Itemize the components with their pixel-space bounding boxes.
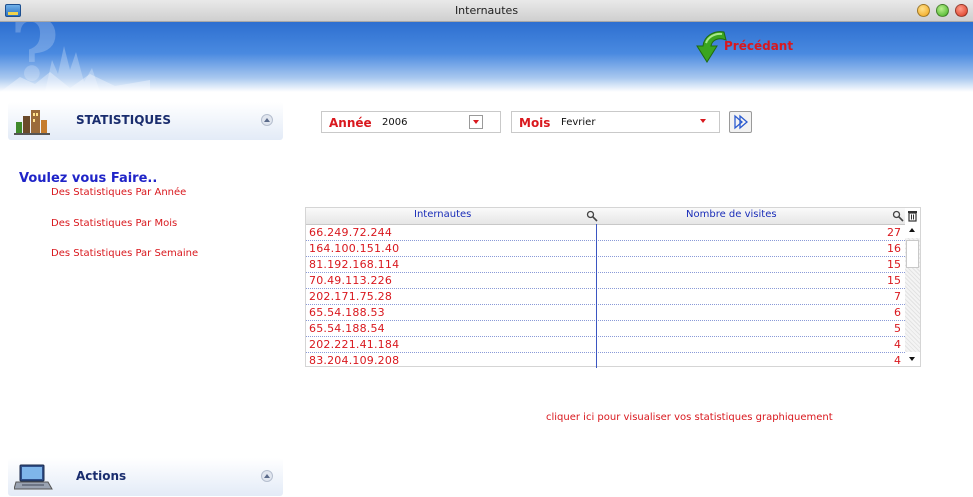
stats-panel-title: STATISTIQUES: [76, 113, 171, 127]
header-banner: ? Précédant: [0, 22, 973, 92]
table-row[interactable]: 202.221.41.184 4: [306, 337, 905, 353]
graph-stats-link[interactable]: cliquer ici pour visualiser vos statisti…: [546, 412, 833, 423]
previous-label: Précédant: [724, 39, 794, 53]
table-row[interactable]: 65.54.188.54 5: [306, 321, 905, 337]
table-row[interactable]: 202.171.75.28 7: [306, 289, 905, 305]
cell-visits: 7: [894, 290, 901, 303]
year-select[interactable]: 2006: [382, 117, 407, 128]
column-search-icon[interactable]: [892, 210, 904, 222]
cell-ip: 164.100.151.40: [309, 242, 400, 255]
statistics-buildings-icon: [14, 110, 50, 135]
column-search-icon[interactable]: [586, 210, 598, 222]
month-filter[interactable]: Mois Fevrier: [511, 111, 720, 133]
cell-ip: 81.192.168.114: [309, 258, 400, 271]
cell-ip: 83.204.109.208: [309, 354, 400, 367]
table-row[interactable]: 66.249.72.244 27: [306, 225, 905, 241]
sidebar: STATISTIQUES Voulez vous Faire.. Des Sta…: [0, 92, 300, 497]
cell-visits: 4: [894, 354, 901, 367]
stats-panel-header[interactable]: STATISTIQUES: [8, 102, 283, 140]
minimize-button[interactable]: [917, 4, 930, 17]
cell-visits: 16: [887, 242, 901, 255]
cell-visits: 4: [894, 338, 901, 351]
table-scrollbar[interactable]: [905, 224, 920, 366]
table-row[interactable]: 70.49.113.226 15: [306, 273, 905, 289]
table-row[interactable]: 65.54.188.53 6: [306, 305, 905, 321]
month-label: Mois: [519, 116, 551, 130]
column-header-visits[interactable]: Nombre de visites: [686, 209, 777, 220]
cell-ip: 65.54.188.54: [309, 322, 385, 335]
table-row[interactable]: 83.204.109.208 4: [306, 353, 905, 369]
table-row[interactable]: 164.100.151.40 16: [306, 241, 905, 257]
close-button[interactable]: [955, 4, 968, 17]
cell-visits: 6: [894, 306, 901, 319]
year-dropdown-arrow-icon[interactable]: [469, 115, 483, 129]
cell-visits: 15: [887, 274, 901, 287]
go-button[interactable]: [729, 111, 752, 133]
cell-visits: 15: [887, 258, 901, 271]
cell-ip: 202.221.41.184: [309, 338, 400, 351]
actions-panel-header[interactable]: Actions: [8, 458, 283, 496]
banner-decoration: ?: [0, 22, 150, 92]
collapse-stats-button[interactable]: [261, 114, 273, 126]
previous-button[interactable]: Précédant: [694, 28, 814, 70]
scroll-thumb[interactable]: [906, 240, 919, 268]
link-stats-by-week[interactable]: Des Statistiques Par Semaine: [51, 248, 198, 259]
scroll-up-icon[interactable]: [905, 224, 920, 238]
link-stats-by-year[interactable]: Des Statistiques Par Année: [51, 187, 186, 198]
go-arrow-icon: [734, 114, 748, 130]
column-separator: [596, 224, 597, 368]
trash-icon[interactable]: [907, 210, 918, 222]
scroll-down-icon[interactable]: [905, 352, 920, 366]
window-titlebar: Internautes: [0, 0, 973, 22]
year-filter[interactable]: Année 2006: [321, 111, 501, 133]
table-header: Internautes Nombre de visites: [306, 208, 905, 225]
window-title: Internautes: [454, 4, 519, 17]
table-row[interactable]: 81.192.168.114 15: [306, 257, 905, 273]
collapse-actions-button[interactable]: [261, 470, 273, 482]
actions-panel-title: Actions: [76, 469, 127, 483]
month-dropdown-arrow-icon[interactable]: [697, 115, 711, 129]
maximize-button[interactable]: [936, 4, 949, 17]
cell-visits: 27: [887, 226, 901, 239]
cell-ip: 70.49.113.226: [309, 274, 393, 287]
cell-ip: 65.54.188.53: [309, 306, 385, 319]
laptop-icon: [14, 464, 53, 490]
cell-ip: 202.171.75.28: [309, 290, 393, 303]
visitors-table: Internautes Nombre de visites 66.249.72.…: [305, 207, 921, 369]
month-select[interactable]: Fevrier: [561, 117, 595, 128]
cell-ip: 66.249.72.244: [309, 226, 393, 239]
sidebar-question: Voulez vous Faire..: [19, 171, 158, 186]
column-header-internautes[interactable]: Internautes: [414, 209, 471, 220]
year-label: Année: [329, 116, 372, 130]
cell-visits: 5: [894, 322, 901, 335]
link-stats-by-month[interactable]: Des Statistiques Par Mois: [51, 218, 177, 229]
